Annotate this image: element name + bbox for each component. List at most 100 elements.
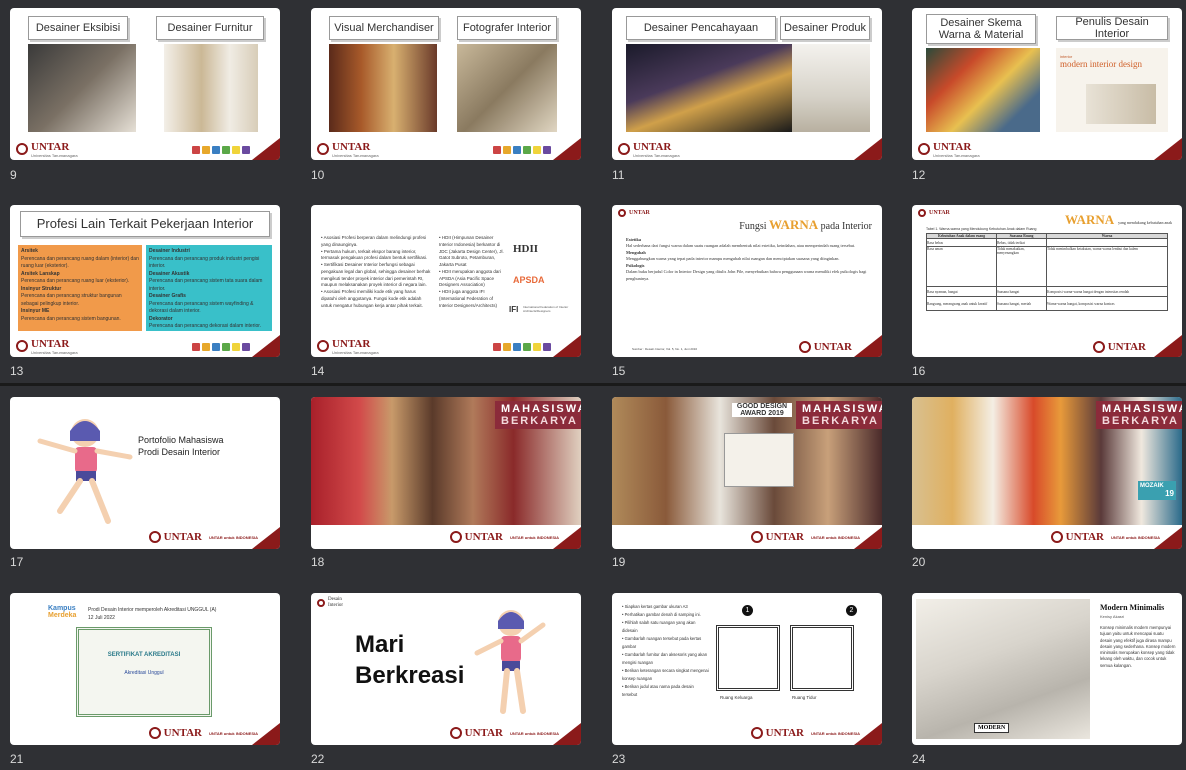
slide-number: 12	[912, 168, 926, 182]
table-row: Rangsang, merangsang anak untuk kreatif S…	[926, 296, 1168, 311]
label-line: Interior	[328, 602, 343, 608]
banner-line: MAHASISWA	[802, 403, 882, 415]
corner-decoration	[854, 138, 882, 160]
brand-name: UNTAR	[765, 531, 804, 543]
brand-name: UNTAR	[933, 140, 972, 153]
banner-line: BERKARYA	[501, 415, 578, 427]
slide-number: 19	[612, 555, 626, 569]
slide-thumbnail-11[interactable]: Desainer Pencahayaan Desainer Produk UNT…	[612, 8, 882, 160]
floorplan-box-1	[716, 625, 780, 691]
corner-decoration	[553, 138, 581, 160]
brand-sub: Universitas Tarumanagara	[332, 349, 379, 355]
brand-name: UNTAR	[163, 531, 202, 543]
bullet-item: HDII (Himpunan Desainer Interior Indones…	[439, 235, 505, 269]
untar-logo: UNTAR Universitas Tarumanagara	[918, 141, 980, 158]
profession-desc: Perencana dan perancang struktur banguna…	[21, 293, 122, 307]
slide-thumbnail-21[interactable]: Kampus Merdeka Prodi Desain Interior memp…	[10, 593, 280, 745]
profession-desc: Perencana dan perancang produk industri …	[149, 255, 260, 270]
table-caption: Tabel 1. Warna-warna yang Mendukung Kebu…	[926, 227, 1037, 231]
brand-sub: Universitas Tarumanagara	[31, 349, 78, 355]
award-line: AWARD 2019	[740, 410, 784, 417]
slide-thumbnail-20[interactable]: MAHASISWA BERKARYA MOZAIK 19 UNTAR UNTAR un…	[912, 397, 1182, 549]
certificate-grade: Akreditasi Unggul	[124, 670, 164, 676]
untar-seal-icon	[16, 340, 28, 352]
brand-sub: Universitas Tarumanagara	[933, 152, 980, 158]
bullet-item: Pilihlah salah satu ruangan yang akan di…	[622, 619, 710, 635]
partner-logos	[493, 343, 551, 351]
function-heading: Mengubah	[626, 249, 646, 255]
corner-decoration	[252, 527, 280, 549]
function-heading: Psikologis	[626, 262, 645, 268]
slide-thumbnail-22[interactable]: Desain Interior Mari Berkreasi UNTAR UNTAR…	[311, 593, 581, 745]
slide-thumbnail-24[interactable]: MODERN Modern Minimalis Kenisy Akasri Ko…	[912, 593, 1182, 745]
slide-thumbnail-12[interactable]: Desainer Skema Warna & Material Penulis …	[912, 8, 1182, 160]
untar-seal-icon	[449, 727, 462, 739]
corner-decoration	[553, 723, 581, 745]
slide-thumbnail-13[interactable]: Profesi Lain Terkait Pekerjaan Interior …	[10, 205, 280, 357]
slide-title-right: Penulis Desain Interior	[1056, 16, 1168, 40]
slide-title-left: Desainer Pencahayaan	[626, 16, 776, 40]
title-prefix: Fungsi	[739, 221, 767, 232]
untar-seal-icon	[1050, 531, 1063, 543]
corner-decoration	[553, 527, 581, 549]
slide-thumbnail-9[interactable]: Desainer Eksibisi Desainer Furnitur UNTA…	[10, 8, 280, 160]
brand-name: UNTAR	[332, 140, 371, 153]
footer-tagline: UNTAR untuk INDONESIA	[509, 534, 559, 540]
corner-decoration	[252, 723, 280, 745]
hdii-logo: HDII	[513, 243, 539, 255]
untar-logo: UNTAR Universitas Tarumanagara	[317, 338, 379, 355]
bullet-item: HDII merupakan anggota dari APSDA (Asia …	[439, 269, 505, 289]
title-line: Berkreasi	[355, 662, 465, 690]
bullet-item: Pertama hukum, terkait ekspor barang int…	[321, 249, 431, 263]
slide-footer: UNTAR Universitas Tarumanagara	[612, 138, 882, 160]
function-desc: Hal sederhana dari fungsi warna dalam su…	[626, 243, 856, 249]
function-desc: Menggabungkan warna yang tepat pada inte…	[626, 256, 840, 262]
slide-number: 13	[10, 364, 24, 378]
slide-title-left: Desainer Skema Warna & Material	[926, 14, 1036, 44]
lighting-photo	[626, 44, 792, 132]
book-photo	[1086, 84, 1156, 124]
brand-name: UNTAR	[332, 337, 371, 350]
mozaik-year: 19	[1165, 489, 1174, 498]
profession-desc: Perencana dan perancang dekorasi dalam i…	[149, 323, 262, 329]
color-needs-table: Kebutuhan Anak dalam ruang Suasana Ruang W…	[926, 233, 1168, 311]
girl-character-illustration	[37, 419, 133, 524]
untar-logo: UNTAR Universitas Tarumanagara	[317, 141, 379, 158]
room-number-badge: 1	[742, 605, 753, 616]
profession-heading: Insinyur Struktur	[21, 285, 62, 292]
slide-thumbnail-19[interactable]: GOOD DESIGN AWARD 2019 MAHASISWA BERKARYA …	[612, 397, 882, 549]
slide-thumbnail-14[interactable]: Asosiasi Profesi berperan dalam melindun…	[311, 205, 581, 357]
untar-seal-icon	[1092, 341, 1105, 353]
brand-name: UNTAR	[464, 727, 503, 739]
partner-logos	[192, 343, 250, 351]
footer-tagline: UNTAR untuk INDONESIA	[810, 730, 860, 736]
untar-logo: UNTAR UNTAR untuk INDONESIA	[148, 727, 258, 739]
title-line: Prodi Desain Interior	[138, 446, 221, 457]
banner-line: MAHASISWA	[501, 403, 581, 415]
untar-seal-icon	[618, 143, 630, 155]
slide-title-right: Desainer Produk	[780, 16, 870, 40]
slide-title: Fungsi WARNA pada Interior	[739, 217, 872, 233]
slide-thumbnail-10[interactable]: Visual Merchandiser Fotografer Interior …	[311, 8, 581, 160]
slide-thumbnail-16[interactable]: UNTAR WARNA yang mendukung kebutuhan ana…	[912, 205, 1182, 357]
footer-tagline: UNTAR untuk INDONESIA	[208, 730, 258, 736]
slide-title: WARNA yang mendukung kebutuhan anak	[1065, 211, 1172, 229]
ifi-subtitle: International Federation of Interior Arc…	[523, 305, 569, 313]
accreditation-headline: Prodi Desain Interior memperoleh Akredit…	[88, 607, 217, 613]
untar-logo: UNTAR UNTAR untuk INDONESIA	[449, 727, 559, 739]
banner-line: BERKARYA	[802, 415, 879, 427]
slide-thumbnail-23[interactable]: Siapkan kertas gambar ukuran A3 Perhatik…	[612, 593, 882, 745]
slide-thumbnail-17[interactable]: Portofolio Mahasiswa Prodi Desain Interi…	[10, 397, 280, 549]
corner-decoration	[854, 527, 882, 549]
banner: MAHASISWA BERKARYA	[1096, 401, 1182, 429]
corner-decoration	[1154, 527, 1182, 549]
slide-footer: UNTAR Universitas Tarumanagara	[912, 138, 1182, 160]
room-number-badge: 2	[846, 605, 857, 616]
profession-heading: Insinyur ME	[21, 308, 50, 314]
table-row: Rasa bebas Bebas, tidak terikat	[926, 238, 1168, 247]
slide-number: 11	[612, 168, 625, 182]
slide-thumbnail-18[interactable]: MAHASISWA BERKARYA UNTAR UNTAR untuk INDON…	[311, 397, 581, 549]
slide-title-left: Desainer Eksibisi	[28, 16, 128, 40]
slide-thumbnail-15[interactable]: UNTAR Fungsi WARNA pada Interior Estetik…	[612, 205, 882, 357]
source-note: Sumber : Desain Interior, Vol. 5, No. 1,…	[632, 347, 698, 351]
